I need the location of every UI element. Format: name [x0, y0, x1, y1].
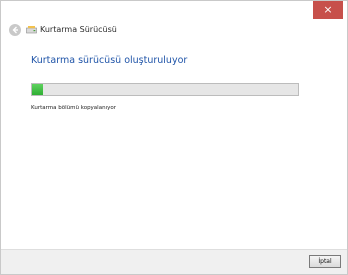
- page-heading: Kurtarma sürücüsü oluşturuluyor: [31, 55, 188, 66]
- back-arrow-icon: [12, 26, 18, 34]
- recovery-drive-window: × Kurtarma Sürücüsü Kurtarma sürücüsü ol…: [0, 0, 348, 275]
- progress-bar: [31, 83, 299, 96]
- progress-bar-fill: [32, 84, 43, 95]
- cancel-button[interactable]: İptal: [309, 255, 341, 268]
- back-button[interactable]: [9, 24, 21, 36]
- footer-bar: İptal: [1, 249, 347, 274]
- drive-icon: [26, 26, 37, 34]
- title-bar: × Kurtarma Sürücüsü: [1, 1, 347, 39]
- close-button[interactable]: ×: [313, 1, 343, 19]
- status-text: Kurtarma bölümü kopyalanıyor: [31, 105, 116, 111]
- window-title: Kurtarma Sürücüsü: [40, 25, 117, 34]
- close-icon: ×: [323, 3, 333, 16]
